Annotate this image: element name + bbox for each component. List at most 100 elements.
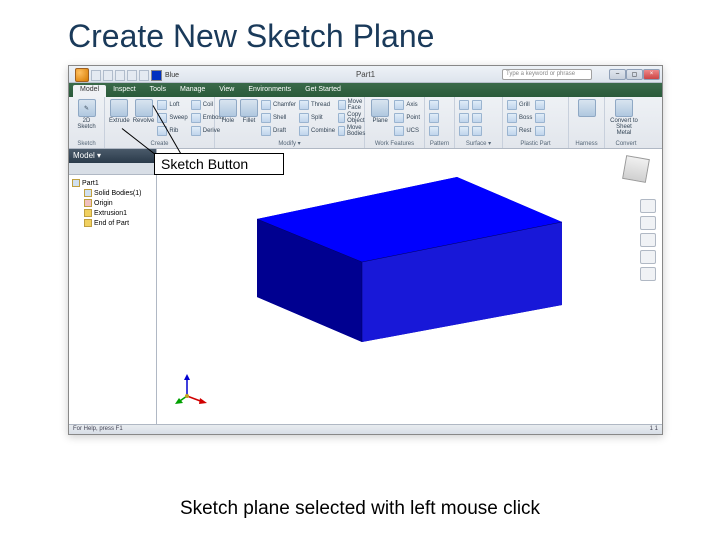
- point-button[interactable]: Point: [394, 112, 420, 124]
- shell-button[interactable]: Shell: [261, 112, 296, 124]
- tab-manage[interactable]: Manage: [173, 85, 212, 97]
- mirror-icon: [429, 126, 439, 136]
- rect-pattern-icon: [429, 100, 439, 110]
- tree-root[interactable]: Part1: [72, 178, 153, 188]
- grill-button[interactable]: Grill: [507, 99, 532, 111]
- grill-icon: [507, 100, 517, 110]
- stitch-button[interactable]: [459, 99, 469, 111]
- panel-harness-label: Harness: [569, 141, 604, 147]
- model-block[interactable]: [257, 177, 562, 342]
- panel-pattern: Pattern: [425, 97, 455, 148]
- moveface-button[interactable]: Move Face: [338, 99, 368, 111]
- maximize-button[interactable]: ▢: [626, 69, 643, 80]
- fillet-button[interactable]: Fillet: [240, 99, 258, 139]
- tab-inspect[interactable]: Inspect: [106, 85, 143, 97]
- lip-button[interactable]: [535, 125, 545, 137]
- sculpt-button[interactable]: [459, 112, 469, 124]
- nav-lookat-icon[interactable]: [640, 267, 656, 281]
- model-browser: Model ▾ Part1 Solid Bodies(1) Origin Ext…: [69, 149, 157, 424]
- snapfit-icon: [535, 100, 545, 110]
- tree-item[interactable]: End of Part: [84, 218, 153, 228]
- loft-button[interactable]: Loft: [157, 99, 187, 111]
- boss-button[interactable]: Boss: [507, 112, 532, 124]
- split-icon: [299, 113, 309, 123]
- mirror-button[interactable]: [429, 125, 439, 137]
- fillet-icon: [240, 99, 258, 117]
- tree-item[interactable]: Extrusion1: [84, 208, 153, 218]
- sketch-button[interactable]: ✎ 2D Sketch: [73, 99, 100, 139]
- combine-icon: [299, 126, 309, 136]
- shell-icon: [261, 113, 271, 123]
- ucs-icon: [394, 126, 404, 136]
- qat-undo-icon[interactable]: [127, 70, 137, 81]
- copyobj-button[interactable]: Copy Object: [338, 112, 368, 124]
- tab-view[interactable]: View: [212, 85, 241, 97]
- panel-convert: Convert to Sheet Metal Convert: [605, 97, 647, 148]
- trim-button[interactable]: [472, 99, 482, 111]
- panel-create-label: Create: [105, 141, 214, 147]
- axis-button[interactable]: Axis: [394, 99, 420, 111]
- ribbon-tabs: Model Inspect Tools Manage View Environm…: [69, 83, 662, 97]
- convert-button[interactable]: Convert to Sheet Metal: [609, 99, 639, 139]
- minimize-button[interactable]: –: [609, 69, 626, 80]
- split-button[interactable]: Split: [299, 112, 335, 124]
- panel-surface: Surface ▾: [455, 97, 503, 148]
- patch-button[interactable]: [459, 125, 469, 137]
- revolve-button[interactable]: Revolve: [133, 99, 155, 139]
- boss-icon: [507, 113, 517, 123]
- tab-environments[interactable]: Environments: [241, 85, 298, 97]
- search-input[interactable]: Type a keyword or phrase: [502, 69, 592, 80]
- browser-filter[interactable]: [69, 163, 156, 175]
- tab-getstarted[interactable]: Get Started: [298, 85, 348, 97]
- nav-zoom-icon[interactable]: [640, 233, 656, 247]
- combine-button[interactable]: Combine: [299, 125, 335, 137]
- rest-button[interactable]: Rest: [507, 125, 532, 137]
- rib-button[interactable]: Rib: [157, 125, 187, 137]
- nav-pan-icon[interactable]: [640, 216, 656, 230]
- panel-harness: Harness: [569, 97, 605, 148]
- qat-new-icon[interactable]: [91, 70, 101, 81]
- model-tree: Part1 Solid Bodies(1) Origin Extrusion1 …: [69, 175, 156, 424]
- viewcube[interactable]: [624, 157, 654, 187]
- movebodies-button[interactable]: Move Bodies: [338, 125, 368, 137]
- hole-button[interactable]: Hole: [219, 99, 237, 139]
- draft-button[interactable]: Draft: [261, 125, 296, 137]
- ucs-button[interactable]: UCS: [394, 125, 420, 137]
- plane-button[interactable]: Plane: [369, 99, 391, 139]
- sketch-button-label: 2D Sketch: [73, 118, 100, 130]
- qat-save-icon[interactable]: [115, 70, 125, 81]
- panel-pattern-label: Pattern: [425, 141, 454, 147]
- close-button[interactable]: ×: [643, 69, 660, 80]
- replaceface-button[interactable]: [472, 125, 482, 137]
- material-label: Blue: [165, 72, 179, 79]
- viewport[interactable]: [157, 149, 662, 424]
- snapfit-button[interactable]: [535, 99, 545, 111]
- qat-redo-icon[interactable]: [139, 70, 149, 81]
- tree-item[interactable]: Solid Bodies(1): [84, 188, 153, 198]
- browser-header[interactable]: Model ▾: [69, 149, 156, 163]
- ribbon: ✎ 2D Sketch Sketch Extrude Revolve Loft …: [69, 97, 662, 149]
- circ-pattern-button[interactable]: [429, 112, 439, 124]
- coil-icon: [191, 100, 201, 110]
- extend-button[interactable]: [472, 112, 482, 124]
- tab-tools[interactable]: Tools: [143, 85, 173, 97]
- nav-orbit-icon[interactable]: [640, 250, 656, 264]
- rect-pattern-button[interactable]: [429, 99, 439, 111]
- chamfer-button[interactable]: Chamfer: [261, 99, 296, 111]
- material-swatch-icon[interactable]: [151, 70, 162, 81]
- solidbody-icon: [84, 189, 92, 197]
- rulefillet-button[interactable]: [535, 112, 545, 124]
- nav-home-icon[interactable]: [640, 199, 656, 213]
- sketch-icon: ✎: [78, 99, 96, 117]
- qat-open-icon[interactable]: [103, 70, 113, 81]
- convert-icon: [615, 99, 633, 117]
- slide-title: Create New Sketch Plane: [0, 0, 720, 55]
- tab-model[interactable]: Model: [73, 85, 106, 97]
- thread-button[interactable]: Thread: [299, 99, 335, 111]
- harness-button[interactable]: [573, 99, 600, 139]
- callout-box: Sketch Button: [154, 153, 284, 175]
- tree-item[interactable]: Origin: [84, 198, 153, 208]
- origin-triad: [175, 374, 207, 406]
- app-menu-button[interactable]: [75, 68, 89, 82]
- status-right: 1 1: [650, 426, 658, 433]
